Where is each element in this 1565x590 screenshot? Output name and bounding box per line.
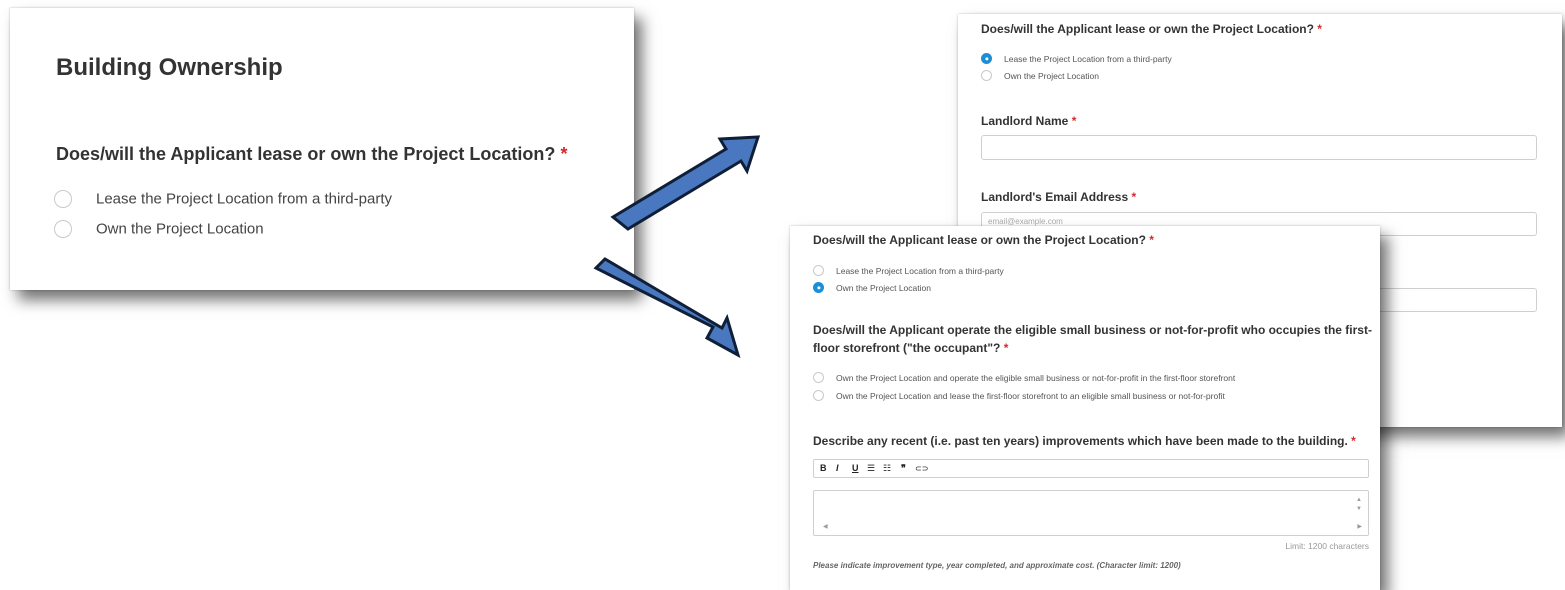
scroll-left-icon[interactable]: ◀ [823,523,828,530]
occupant-question: Does/will the Applicant operate the elig… [813,321,1372,357]
radio-option-lease[interactable]: Lease the Project Location from a third-… [981,53,1172,65]
radio-button[interactable] [54,220,72,239]
bold-button[interactable]: B [820,463,827,473]
label-text: Landlord's Email Address [981,190,1129,204]
radio-option-lease-storefront[interactable]: Own the Project Location and lease the f… [813,390,1225,402]
editor-toolbar: B I U ☰ ☷ ❞ ⊂⊃ [813,459,1369,478]
radio-button[interactable] [813,265,824,277]
radio-option-operate[interactable]: Own the Project Location and operate the… [813,372,1236,384]
option-label: Own the Project Location and lease the f… [836,390,1225,401]
required-mark: * [1131,190,1137,204]
radio-button[interactable] [813,372,824,384]
question-text: floor storefront ("the occupant"? [813,341,1001,355]
landlord-name-label: Landlord Name * [981,114,1076,128]
option-label: Lease the Project Location from a third-… [96,190,392,208]
underline-button[interactable]: U [852,463,859,473]
required-mark: * [1317,22,1322,36]
question-line-1: Does/will the Applicant operate the elig… [813,323,1372,337]
quote-icon[interactable]: ❞ [901,463,906,474]
scroll-up-icon[interactable]: ▲ [1356,497,1362,503]
radio-button[interactable] [54,190,72,209]
radio-option-own[interactable]: Own the Project Location [54,220,264,239]
improvements-question: Describe any recent (i.e. past ten years… [813,432,1356,450]
ownership-question: Does/will the Applicant lease or own the… [813,231,1154,249]
question-text: Does/will the Applicant lease or own the… [56,144,556,164]
label-text: Landlord Name [981,114,1069,128]
required-mark: * [1149,233,1154,247]
section-title: Building Ownership [56,54,283,81]
question-line-2: floor storefront ("the occupant"? * [813,339,1372,357]
landlord-name-input[interactable] [981,135,1537,160]
question-text: Describe any recent (i.e. past ten years… [813,434,1348,448]
arrow-up-right-icon [610,135,761,231]
required-mark: * [1003,341,1009,355]
ownership-question: Does/will the Applicant lease or own the… [56,144,567,165]
radio-option-lease[interactable]: Lease the Project Location from a third-… [813,265,1004,277]
question-text: Does/will the Applicant lease or own the… [981,22,1314,36]
option-label: Own the Project Location [836,282,931,293]
radio-button-selected[interactable] [981,53,992,65]
bullet-list-icon[interactable]: ☰ [867,463,875,474]
required-mark: * [1071,114,1077,128]
option-label: Own the Project Location and operate the… [836,372,1236,383]
required-mark: * [1351,434,1356,448]
question-text: Does/will the Applicant lease or own the… [813,233,1146,247]
own-form-panel: Does/will the Applicant lease or own the… [790,226,1380,590]
scroll-down-icon[interactable]: ▼ [1356,506,1362,512]
option-label: Own the Project Location [1004,70,1099,81]
link-icon[interactable]: ⊂⊃ [915,464,928,473]
option-label: Lease the Project Location from a third-… [1004,53,1172,64]
radio-option-lease[interactable]: Lease the Project Location from a third-… [54,190,392,209]
character-limit: Limit: 1200 characters [1285,541,1369,551]
option-label: Own the Project Location [96,220,264,238]
radio-button-selected[interactable] [813,282,824,294]
email-placeholder: email@example.com [988,217,1063,226]
option-label: Lease the Project Location from a third-… [836,265,1004,276]
italic-button[interactable]: I [836,463,839,473]
numbered-list-icon[interactable]: ☷ [883,463,891,474]
building-ownership-panel: Building Ownership Does/will the Applica… [10,8,634,290]
ownership-question: Does/will the Applicant lease or own the… [981,22,1322,36]
radio-option-own[interactable]: Own the Project Location [813,282,931,294]
radio-button[interactable] [813,390,824,402]
required-mark: * [560,144,568,164]
improvements-textarea[interactable]: ▲ ▼ ◀ ▶ [813,490,1369,536]
help-text: Please indicate improvement type, year c… [813,561,1181,570]
radio-option-own[interactable]: Own the Project Location [981,70,1099,82]
landlord-email-label: Landlord's Email Address * [981,190,1136,204]
radio-button[interactable] [981,70,992,82]
scroll-right-icon[interactable]: ▶ [1357,523,1362,530]
